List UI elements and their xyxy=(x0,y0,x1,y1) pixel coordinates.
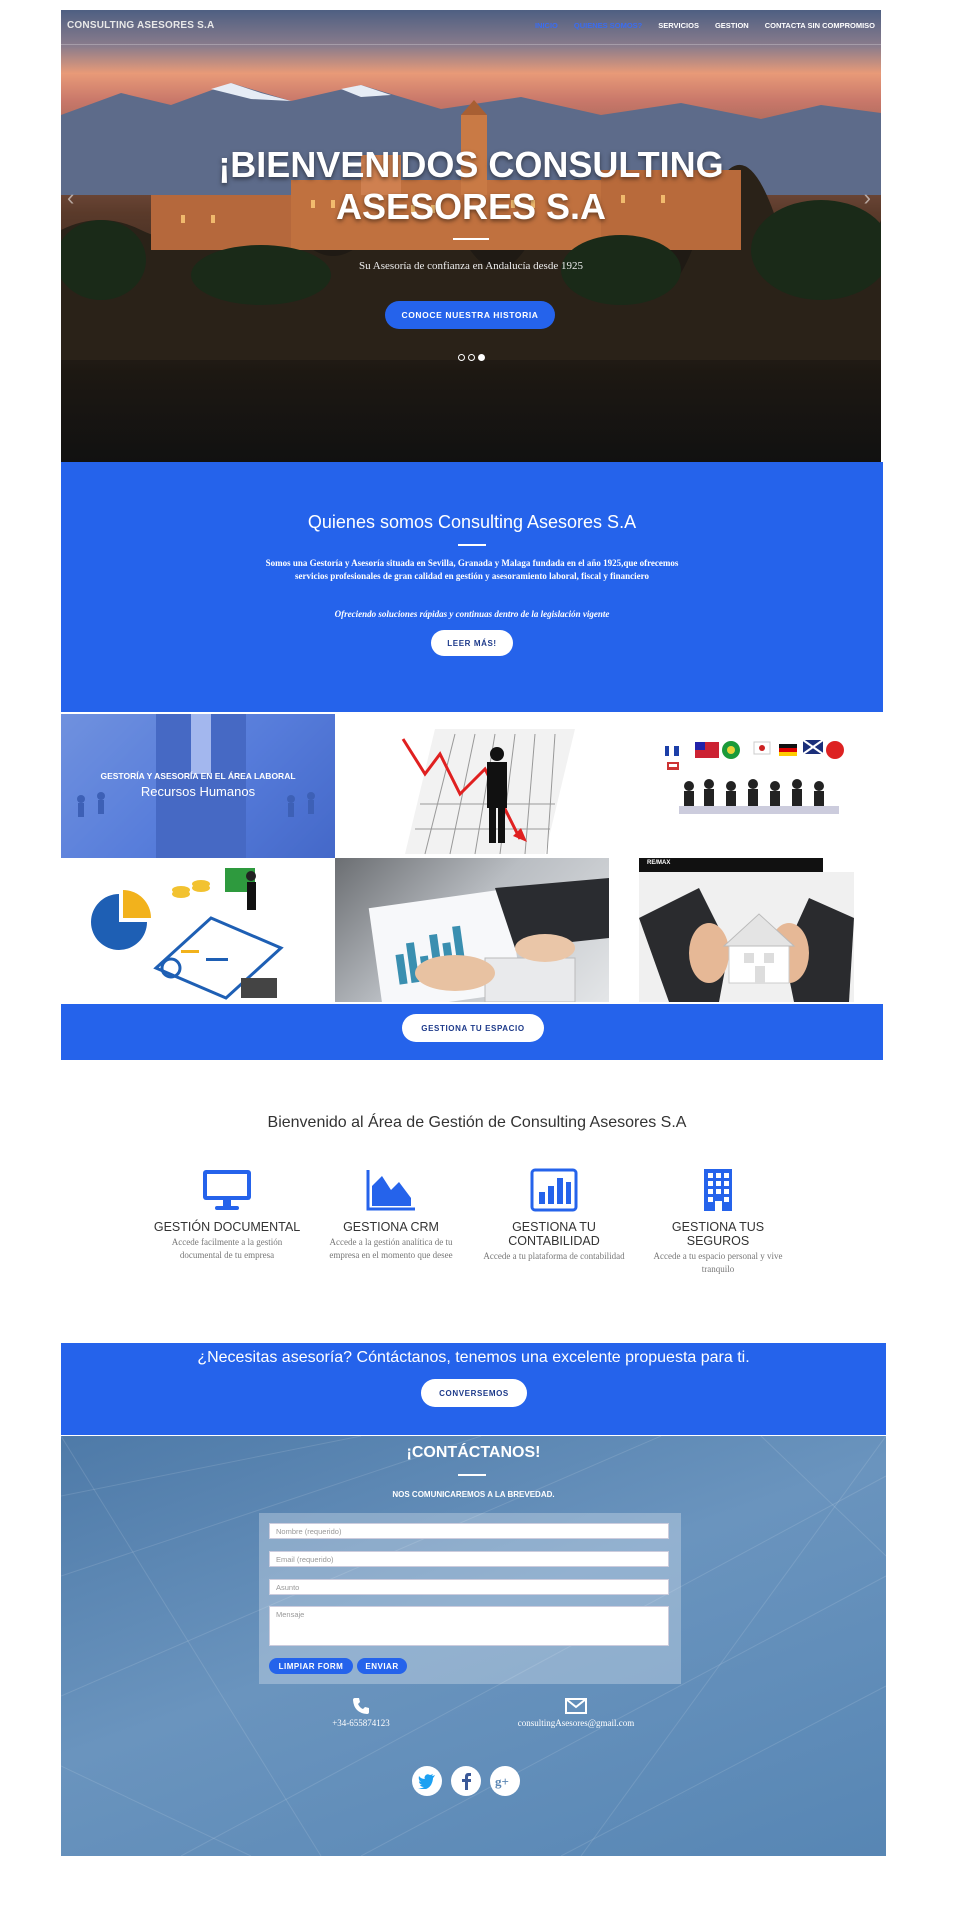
phone-icon xyxy=(353,1698,369,1714)
conversemos-button[interactable]: CONVERSEMOS xyxy=(421,1379,527,1407)
top-navbar: CONSULTING ASESORES S.A INICIO QUIENES S… xyxy=(61,10,881,45)
slider-dot-2[interactable] xyxy=(468,354,475,361)
nav-item-contacta[interactable]: CONTACTA SIN COMPROMISO xyxy=(765,21,875,30)
contact-section: ¡CONTÁCTANOS! NOS COMUNICAREMOS A LA BRE… xyxy=(61,1436,886,1856)
tile-recursos-humanos[interactable]: GESTORÍA Y ASESORÍA EN EL ÁREA LABORAL R… xyxy=(61,714,335,858)
feature-text: Accede a tu plataforma de contabilidad xyxy=(483,1251,625,1261)
leer-mas-button[interactable]: LEER MÁS! xyxy=(431,630,513,656)
analysis-documents-illustration xyxy=(368,878,609,1002)
subject-field[interactable]: Asunto xyxy=(269,1579,669,1595)
building-icon xyxy=(704,1169,732,1211)
international-meeting-illustration xyxy=(665,739,844,814)
name-field[interactable]: Nombre (requerido) xyxy=(269,1523,669,1539)
message-field[interactable]: Mensaje xyxy=(269,1606,669,1646)
tile-seguros[interactable]: RE/MAX xyxy=(609,858,883,1002)
google-plus-icon[interactable]: g+ xyxy=(490,1766,520,1796)
tile-caption: GESTORÍA Y ASESORÍA EN EL ÁREA LABORAL xyxy=(100,771,296,781)
contact-divider xyxy=(458,1474,486,1476)
hero-title-line2: ASESORES S.A xyxy=(335,186,607,227)
email-field[interactable]: Email (requerido) xyxy=(269,1551,669,1567)
feature-gestion-documental[interactable]: GESTIÓN DOCUMENTAL Accede facilmente a l… xyxy=(152,1168,302,1261)
slider-dot-1[interactable] xyxy=(458,354,465,361)
nav-item-servicios[interactable]: SERVICIOS xyxy=(658,21,699,30)
tile-finanzas[interactable] xyxy=(335,714,609,858)
remax-label: RE/MAX xyxy=(647,860,671,866)
facebook-icon[interactable] xyxy=(451,1766,481,1796)
area-chart-icon xyxy=(366,1170,415,1211)
feature-title: GESTIONA TU CONTABILIDAD xyxy=(508,1220,600,1248)
feature-gestiona-crm[interactable]: GESTIONA CRM Accede a la gestión analíti… xyxy=(316,1168,466,1261)
hero-subtitle: Su Asesoría de confianza en Andalucía de… xyxy=(359,260,583,272)
cta-banner: ¿Necesitas asesoría? Cóntáctanos, tenemo… xyxy=(61,1343,886,1435)
reset-form-button[interactable]: LIMPIAR FORM xyxy=(269,1658,353,1674)
submit-button[interactable]: ENVIAR xyxy=(357,1658,407,1674)
main-menu: INICIO QUIENES SOMOS? SERVICIOS GESTION … xyxy=(535,21,875,30)
contact-form: Nombre (requerido) Email (requerido) Asu… xyxy=(259,1513,681,1684)
phone-info: +34-655874123 xyxy=(311,1696,411,1728)
feature-title: GESTIONA TUS SEGUROS xyxy=(671,1220,765,1248)
feature-text: Accede a tu espacio personal y vive tran… xyxy=(653,1251,783,1274)
feature-title: GESTIÓN DOCUMENTAL xyxy=(153,1220,301,1234)
feature-title: GESTIONA CRM xyxy=(343,1220,439,1234)
tile-title: Recursos Humanos xyxy=(140,784,256,799)
tile-analisis[interactable] xyxy=(335,858,609,1002)
slider-dots xyxy=(458,354,485,361)
feature-text: Accede a la gestión analítica de tu empr… xyxy=(329,1237,453,1260)
conoce-historia-button[interactable]: CONOCE NUESTRA HISTORIA xyxy=(385,301,555,329)
contact-title: ¡CONTÁCTANOS! xyxy=(406,1444,541,1461)
about-paragraph: Somos una Gestoría y Asesoría situada en… xyxy=(265,558,679,581)
about-section: Quienes somos Consulting Asesores S.A So… xyxy=(61,462,883,712)
about-title: Quienes somos Consulting Asesores S.A xyxy=(307,512,637,532)
about-divider xyxy=(458,544,486,546)
email-info: consultingAsesores@gmail.com xyxy=(501,1696,651,1728)
feature-gestiona-contabilidad[interactable]: GESTIONA TU CONTABILIDAD Accede a tu pla… xyxy=(479,1168,629,1263)
monitor-icon xyxy=(203,1170,251,1210)
gestion-title: Bienvenido al Área de Gestión de Consult… xyxy=(267,1114,687,1131)
falling-chart-illustration xyxy=(401,729,575,855)
brand-logo[interactable]: CONSULTING ASESORES S.A xyxy=(67,20,214,31)
feature-text: Accede facilmente a la gestión documenta… xyxy=(171,1237,283,1260)
gestiona-espacio-button[interactable]: GESTIONA TU ESPACIO xyxy=(402,1014,544,1042)
about-tagline: Ofreciendo soluciones rápidas y continua… xyxy=(334,609,610,619)
hero-divider xyxy=(453,238,489,240)
phone-number[interactable]: +34-655874123 xyxy=(311,1718,411,1728)
hero-title: ¡BIENVENIDOS CONSULTING ASESORES S.A xyxy=(61,144,881,228)
hero-title-line1: ¡BIENVENIDOS CONSULTING xyxy=(218,144,724,185)
slider-dot-3[interactable] xyxy=(478,354,485,361)
nav-item-gestion[interactable]: GESTION xyxy=(715,21,749,30)
hero-slider: CONSULTING ASESORES S.A INICIO QUIENES S… xyxy=(61,10,881,462)
gestiona-banner: GESTIONA TU ESPACIO xyxy=(61,1004,883,1060)
nav-item-inicio[interactable]: INICIO xyxy=(535,21,558,30)
tile-idiomas[interactable] xyxy=(609,714,883,858)
envelope-icon xyxy=(565,1698,587,1714)
house-hands-illustration xyxy=(639,858,854,1002)
accounting-illustration xyxy=(91,868,284,1000)
contact-lead: NOS COMUNICAREMOS A LA BREVEDAD. xyxy=(392,1490,555,1499)
tile-contabilidad[interactable] xyxy=(61,858,335,1002)
feature-gestiona-seguros[interactable]: GESTIONA TUS SEGUROS Accede a tu espacio… xyxy=(643,1168,793,1275)
bar-chart-icon xyxy=(530,1168,578,1212)
svg-text:g+: g+ xyxy=(495,1774,509,1789)
nav-item-quienes-somos[interactable]: QUIENES SOMOS? xyxy=(574,21,642,30)
twitter-icon[interactable] xyxy=(412,1766,442,1796)
cta-text: ¿Necesitas asesoría? Cóntáctanos, tenemo… xyxy=(197,1349,750,1366)
email-address[interactable]: consultingAsesores@gmail.com xyxy=(501,1718,651,1728)
